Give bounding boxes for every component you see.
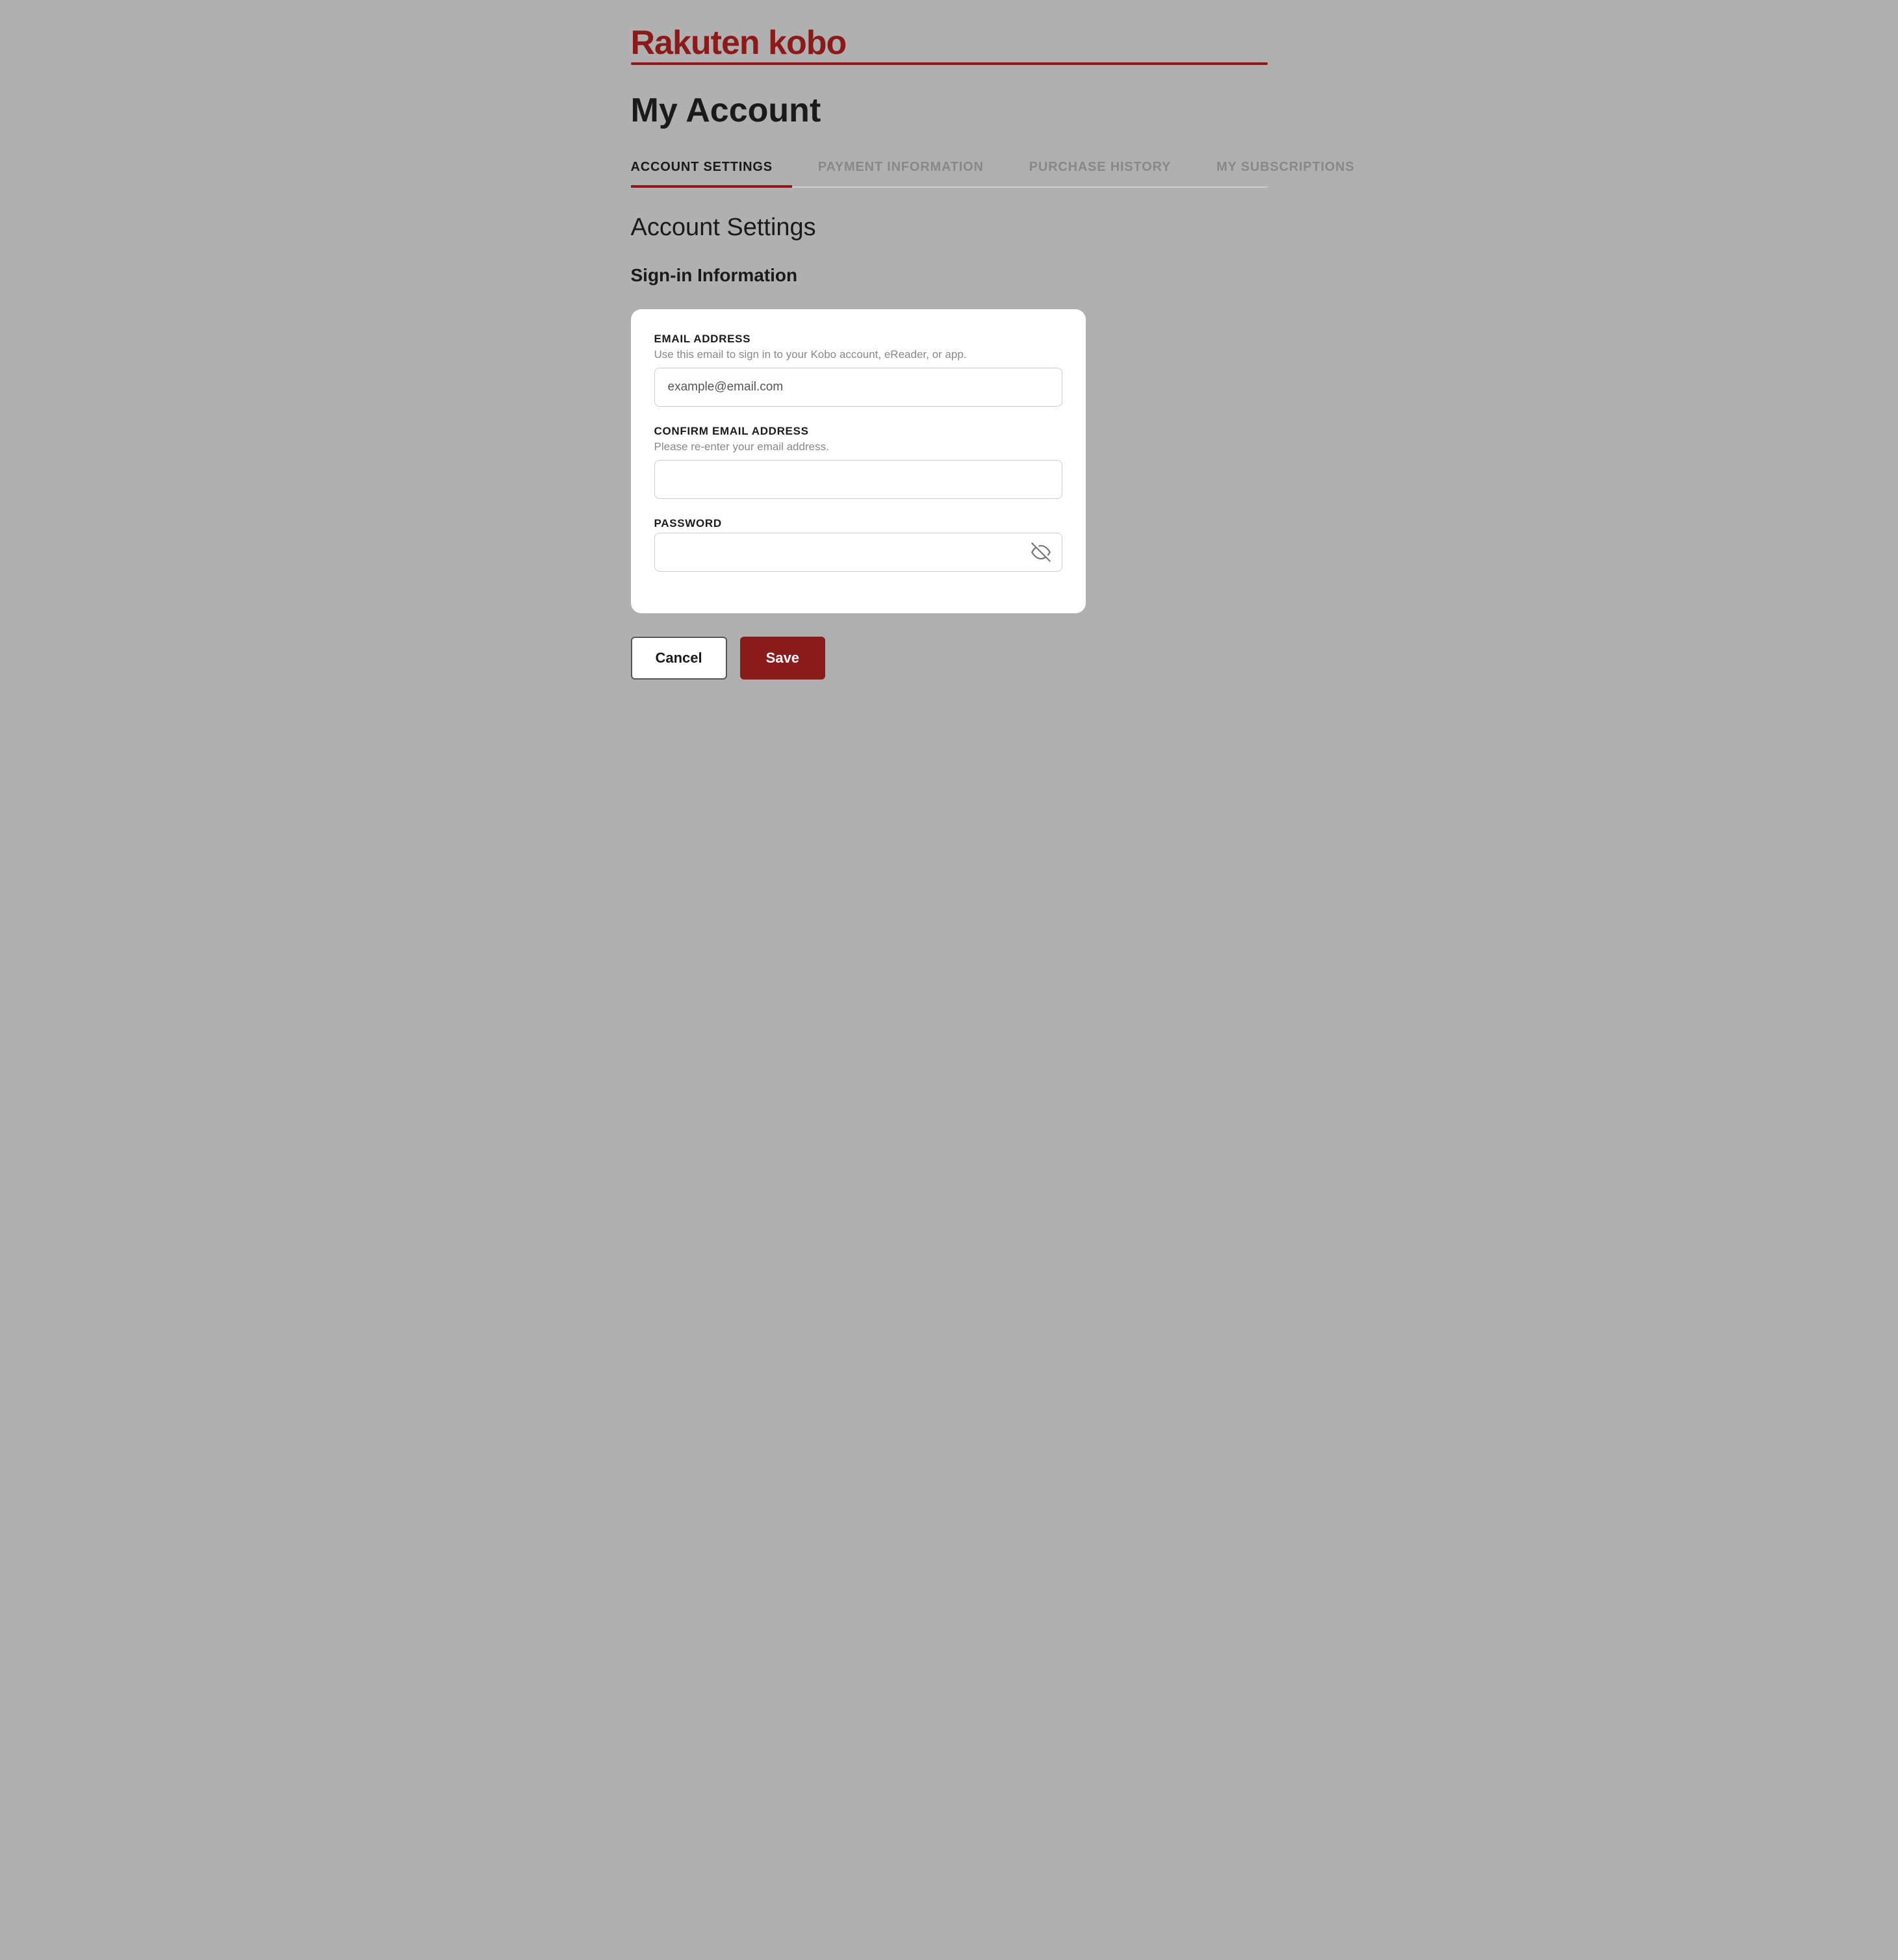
email-field-group: EMAIL ADDRESS Use this email to sign in … — [654, 333, 1062, 407]
logo-underline — [631, 62, 1268, 65]
logo: Rakuten kobo — [631, 26, 847, 60]
buttons-row: Cancel Save — [631, 637, 1268, 680]
email-input[interactable] — [654, 368, 1062, 407]
email-label: EMAIL ADDRESS — [654, 333, 1062, 346]
section-title: Account Settings — [631, 214, 1268, 242]
page-wrapper: Rakuten kobo My Account ACCOUNT SETTINGS… — [592, 0, 1307, 719]
tab-account-settings[interactable]: ACCOUNT SETTINGS — [631, 149, 792, 188]
password-input[interactable] — [654, 533, 1062, 572]
logo-rakuten: Rakuten — [631, 24, 760, 62]
subsection-title: Sign-in Information — [631, 265, 1268, 286]
password-input-wrapper — [654, 533, 1062, 572]
tab-my-subscriptions[interactable]: MY SUBSCRIPTIONS — [1216, 149, 1374, 188]
page-title: My Account — [631, 91, 1268, 130]
tab-payment-information[interactable]: PAYMENT INFORMATION — [818, 149, 1003, 188]
tab-purchase-history[interactable]: PURCHASE HISTORY — [1029, 149, 1190, 188]
confirm-email-hint: Please re-enter your email address. — [654, 440, 1062, 453]
confirm-email-input-wrapper — [654, 460, 1062, 499]
cancel-button[interactable]: Cancel — [631, 637, 727, 680]
confirm-email-field-group: CONFIRM EMAIL ADDRESS Please re-enter yo… — [654, 425, 1062, 499]
sign-in-info-card: EMAIL ADDRESS Use this email to sign in … — [631, 309, 1086, 613]
logo-area: Rakuten kobo — [631, 26, 1268, 65]
password-toggle-icon[interactable] — [1031, 542, 1051, 562]
email-hint: Use this email to sign in to your Kobo a… — [654, 348, 1062, 361]
password-field-group: PASSWORD — [654, 517, 1062, 572]
password-label: PASSWORD — [654, 517, 1062, 530]
email-input-wrapper — [654, 368, 1062, 407]
save-button[interactable]: Save — [740, 637, 825, 680]
logo-kobo: kobo — [760, 24, 847, 62]
tabs-bar: ACCOUNT SETTINGS PAYMENT INFORMATION PUR… — [631, 149, 1268, 188]
confirm-email-input[interactable] — [654, 460, 1062, 499]
confirm-email-label: CONFIRM EMAIL ADDRESS — [654, 425, 1062, 438]
